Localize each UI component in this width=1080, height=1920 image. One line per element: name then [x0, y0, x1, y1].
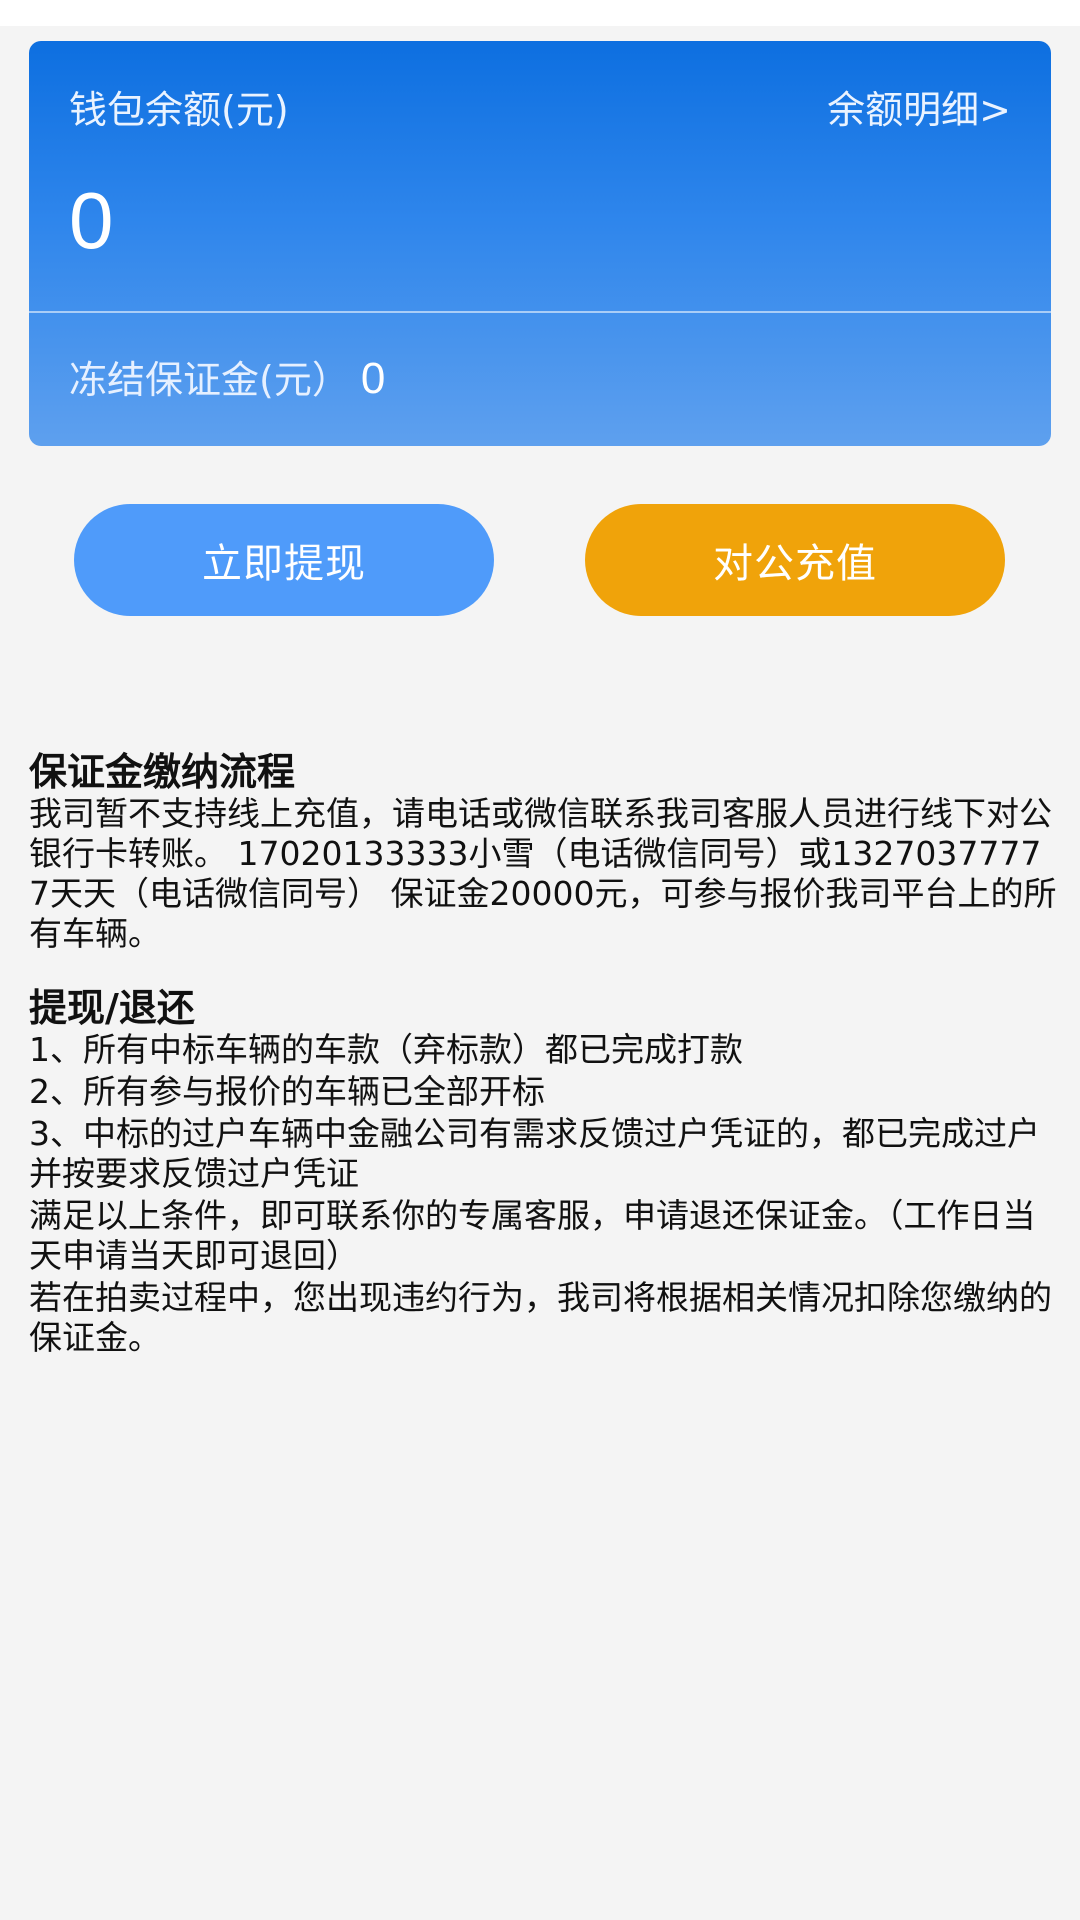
refund-condition-item: 3、中标的过户车辆中金融公司有需求反馈过户凭证的，都已完成过户并按要求反馈过户凭… — [29, 1113, 1040, 1193]
refund-note: 满足以上条件，即可联系你的专属客服，申请退还保证金。（工作日当天申请当天即可退回… — [29, 1195, 1036, 1275]
withdraw-button[interactable]: 立即提现 — [74, 504, 494, 616]
withdraw-refund-title: 提现/退还 — [29, 985, 195, 1030]
wallet-card: 钱包余额(元) 余额明细> 0 冻结保证金(元） 0 — [29, 41, 1051, 446]
corporate-recharge-button[interactable]: 对公充值 — [585, 504, 1005, 616]
frozen-deposit-row: 冻结保证金(元） 0 — [69, 357, 385, 401]
deposit-process-body: 我司暂不支持线上充值，请电话或微信联系我司客服人员进行线下对公银行卡转账。 17… — [29, 793, 1057, 953]
frozen-deposit-value: 0 — [360, 354, 386, 403]
balance-value: 0 — [69, 176, 114, 265]
status-bar-area — [0, 0, 1080, 26]
frozen-deposit-label: 冻结保证金(元） — [69, 358, 350, 402]
info-content: 保证金缴纳流程 我司暂不支持线上充值，请电话或微信联系我司客服人员进行线下对公银… — [29, 750, 1059, 1360]
balance-detail-link[interactable]: 余额明细> — [827, 91, 1011, 129]
deposit-process-title: 保证金缴纳流程 — [29, 750, 296, 794]
card-divider — [29, 311, 1051, 313]
balance-label: 钱包余额(元) — [69, 88, 289, 132]
penalty-note: 若在拍卖过程中，您出现违约行为，我司将根据相关情况扣除您缴纳的保证金。 — [29, 1277, 1052, 1357]
refund-condition-item: 2、所有参与报价的车辆已全部开标 — [29, 1071, 545, 1111]
refund-condition-item: 1、所有中标车辆的车款（弃标款）都已完成打款 — [29, 1029, 743, 1069]
